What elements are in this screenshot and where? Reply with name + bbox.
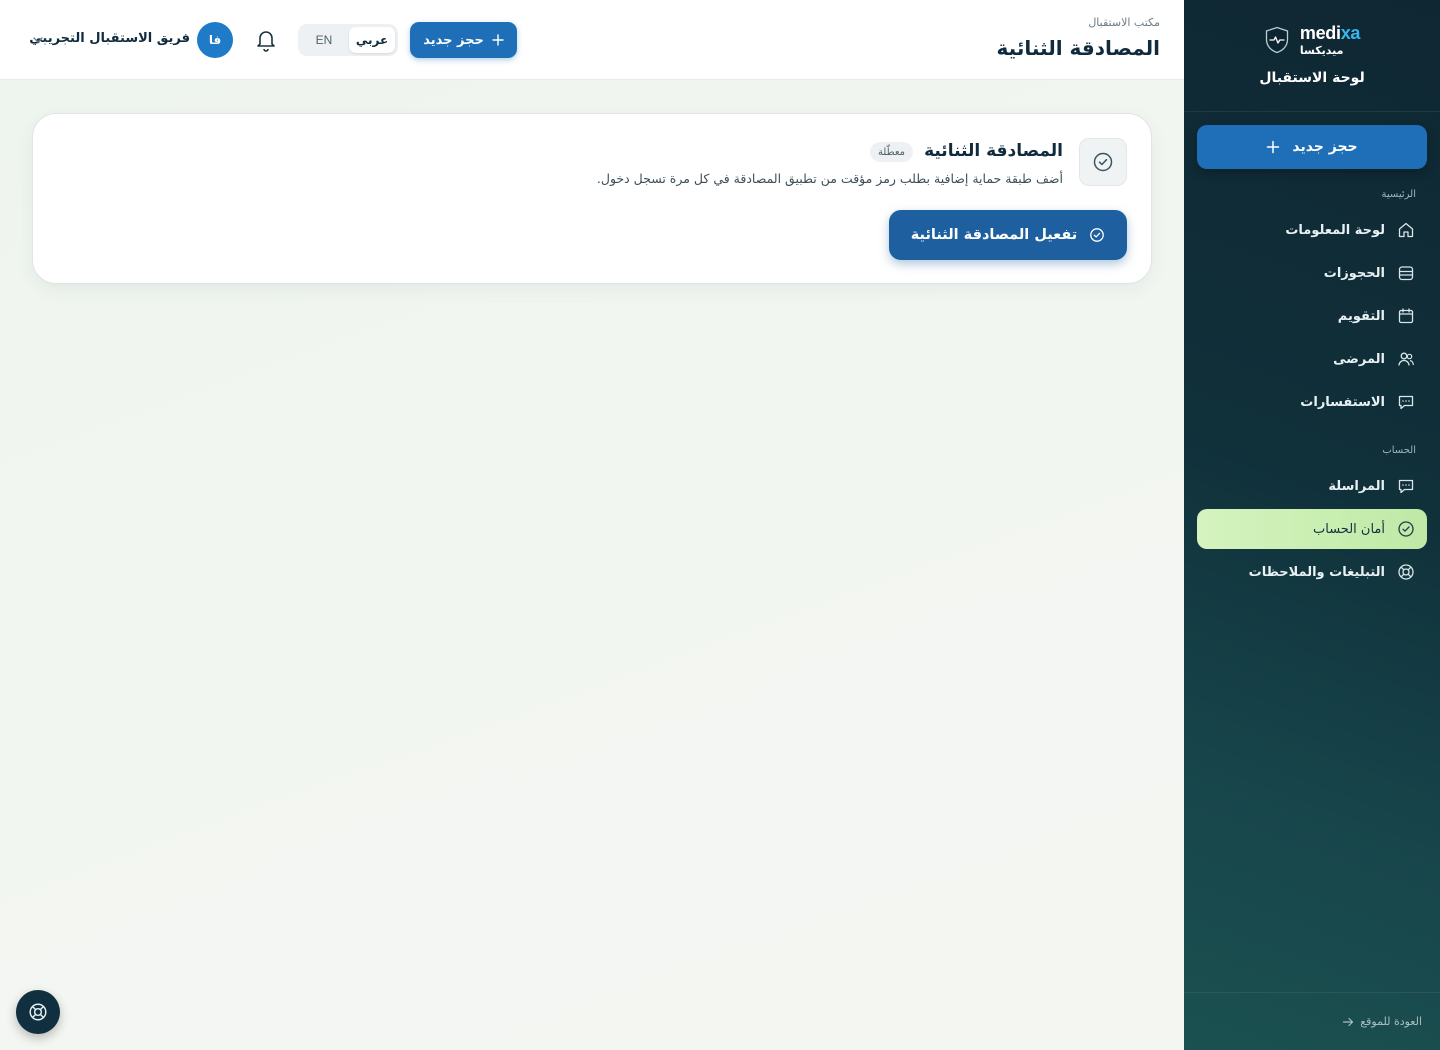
sidebar-item-inquiries[interactable]: الاستفسارات bbox=[1197, 382, 1427, 422]
sidebar-item-label: لوحة المعلومات bbox=[1285, 222, 1385, 238]
brand-name-latin: medixa bbox=[1299, 23, 1361, 43]
bell-icon[interactable] bbox=[254, 27, 278, 53]
sidebar-item-account-security[interactable]: أمان الحساب bbox=[1197, 509, 1427, 549]
language-switcher: عربي EN bbox=[298, 24, 398, 56]
sidebar-item-messaging[interactable]: المراسلة bbox=[1197, 466, 1427, 506]
sidebar-section-account: الحساب bbox=[1382, 445, 1416, 456]
avatar[interactable]: فا bbox=[197, 22, 233, 58]
enable-2fa-label: تفعيل المصادقة الثنائية bbox=[910, 227, 1078, 243]
plus-icon bbox=[1267, 140, 1280, 154]
sidebar-item-label: التقويم bbox=[1337, 308, 1385, 324]
sidebar-item-label: المرضى bbox=[1333, 351, 1385, 367]
sidebar-item-label: أمان الحساب bbox=[1313, 521, 1385, 537]
sidebar-item-label: الحجوزات bbox=[1323, 265, 1385, 281]
new-booking-button[interactable]: حجز جديد bbox=[410, 22, 517, 58]
two-factor-card: المصادقة الثنائية معطّلة أضف طبقة حماية … bbox=[32, 113, 1152, 284]
card-description: أضف طبقة حماية إضافية بطلب رمز مؤقت من ت… bbox=[596, 171, 1063, 186]
lifebuoy-icon bbox=[1398, 564, 1414, 580]
bookings-icon bbox=[1398, 266, 1414, 281]
plus-icon bbox=[492, 34, 504, 46]
page-title: المصادقة الثنائية bbox=[996, 36, 1160, 60]
sidebar-item-label: التبليغات والملاحظات bbox=[1248, 564, 1385, 580]
check-circle-icon bbox=[1090, 228, 1105, 242]
sidebar: medixa ميديكسا لوحة الاستقبال حجز جديد ا… bbox=[1184, 0, 1440, 1050]
arrow-right-icon bbox=[1343, 1017, 1354, 1026]
brand-subtitle: لوحة الاستقبال bbox=[1259, 70, 1365, 86]
lang-option-ar[interactable]: عربي bbox=[349, 27, 395, 53]
chat-icon bbox=[1398, 395, 1414, 410]
user-name[interactable]: فريق الاستقبال التجريبي bbox=[29, 31, 190, 46]
check-circle-icon bbox=[1093, 152, 1113, 172]
shield-logo-icon bbox=[1265, 26, 1289, 54]
sidebar-item-label: المراسلة bbox=[1328, 478, 1385, 494]
card-icon-box bbox=[1079, 138, 1127, 186]
sidebar-item-patients[interactable]: المرضى bbox=[1197, 339, 1427, 379]
help-button[interactable] bbox=[16, 990, 60, 1034]
sidebar-new-booking-label: حجز جديد bbox=[1292, 139, 1358, 155]
top-bar: مكتب الاستقبال المصادقة الثنائية حجز جدي… bbox=[0, 0, 1184, 80]
enable-2fa-button[interactable]: تفعيل المصادقة الثنائية bbox=[889, 210, 1127, 260]
card-title: المصادقة الثنائية bbox=[924, 141, 1063, 161]
chevron-down-icon[interactable] bbox=[32, 34, 44, 46]
chat-icon bbox=[1398, 479, 1414, 494]
sidebar-item-calendar[interactable]: التقويم bbox=[1197, 296, 1427, 336]
lang-option-en[interactable]: EN bbox=[301, 27, 347, 53]
sidebar-section-main: الرئيسية bbox=[1381, 189, 1416, 200]
sidebar-item-reports-notes[interactable]: التبليغات والملاحظات bbox=[1197, 552, 1427, 592]
home-icon bbox=[1398, 222, 1414, 238]
breadcrumb: مكتب الاستقبال bbox=[1088, 16, 1160, 29]
new-booking-label: حجز جديد bbox=[423, 32, 484, 48]
sidebar-item-dashboard[interactable]: لوحة المعلومات bbox=[1197, 210, 1427, 250]
patients-icon bbox=[1398, 352, 1414, 366]
brand: medixa ميديكسا لوحة الاستقبال bbox=[1184, 0, 1440, 112]
back-to-site-link[interactable]: العودة للموقع bbox=[1184, 992, 1440, 1050]
brand-logo[interactable]: medixa ميديكسا bbox=[1264, 24, 1360, 56]
sidebar-new-booking-button[interactable]: حجز جديد bbox=[1197, 125, 1427, 169]
back-to-site-label: العودة للموقع bbox=[1360, 1015, 1422, 1028]
sidebar-item-bookings[interactable]: الحجوزات bbox=[1197, 253, 1427, 293]
brand-name-ar: ميديكسا bbox=[1299, 44, 1344, 57]
lifebuoy-icon bbox=[29, 1003, 47, 1021]
sidebar-item-label: الاستفسارات bbox=[1300, 394, 1385, 410]
status-badge: معطّلة bbox=[869, 142, 913, 162]
calendar-icon bbox=[1398, 308, 1414, 324]
check-circle-icon bbox=[1398, 521, 1414, 537]
